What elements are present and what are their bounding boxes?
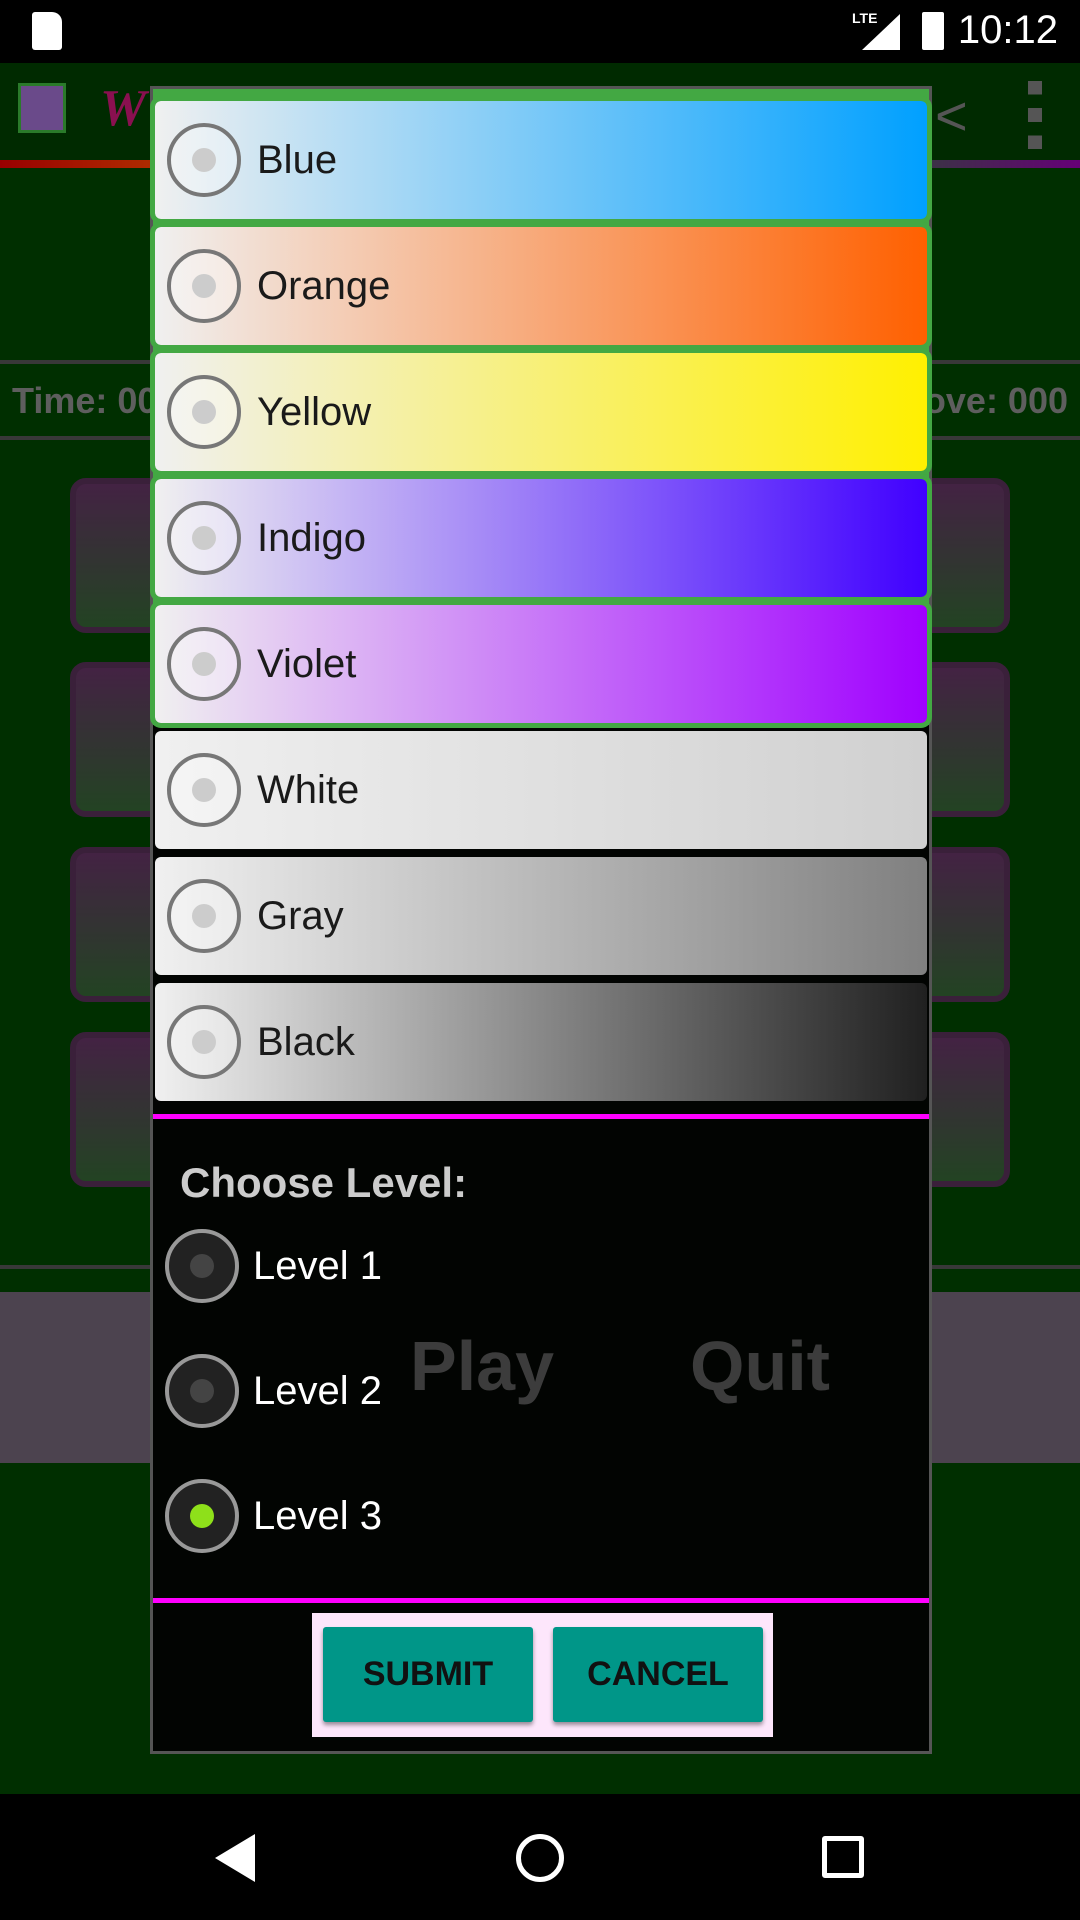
more-options-icon[interactable] (1028, 81, 1042, 149)
button-bar: SUBMIT CANCEL (312, 1613, 773, 1737)
level-option-label: Level 1 (253, 1243, 382, 1288)
color-option-label: Violet (257, 641, 357, 686)
settings-dialog: Blue Orange Yellow Indigo Violet White Gray Bla… (150, 86, 932, 1754)
color-option-blue[interactable]: Blue (150, 96, 932, 224)
radio-button[interactable] (165, 1479, 239, 1553)
color-option-orange[interactable]: Orange (150, 222, 932, 350)
radio-button[interactable] (167, 753, 241, 827)
radio-button[interactable] (167, 501, 241, 575)
radio-button[interactable] (167, 1005, 241, 1079)
radio-dot (190, 1504, 214, 1528)
battery-charging-icon (922, 12, 944, 50)
status-bar: LTE 10:12 (0, 0, 1080, 63)
radio-dot (192, 778, 216, 802)
time-label: Time: 00 (12, 380, 158, 421)
level-option-label: Level 3 (253, 1493, 382, 1538)
navigation-bar (0, 1794, 1080, 1920)
color-option-white[interactable]: White (155, 731, 927, 849)
color-option-label: Blue (257, 137, 338, 182)
color-option-gray[interactable]: Gray (155, 857, 927, 975)
app-title: W (100, 80, 147, 137)
radio-dot (192, 274, 216, 298)
back-icon[interactable] (215, 1834, 255, 1882)
play-button: Play (410, 1327, 554, 1405)
radio-button[interactable] (167, 249, 241, 323)
level-option-label: Level 2 (253, 1368, 382, 1413)
app-logo (18, 83, 66, 133)
level-option-2[interactable]: Level 2 (161, 1354, 382, 1428)
network-type: LTE (852, 10, 878, 26)
radio-button[interactable] (167, 627, 241, 701)
color-option-yellow[interactable]: Yellow (150, 348, 932, 476)
cancel-button[interactable]: CANCEL (553, 1627, 763, 1722)
radio-button[interactable] (167, 123, 241, 197)
submit-button[interactable]: SUBMIT (323, 1627, 533, 1722)
radio-dot (192, 652, 216, 676)
radio-dot (192, 148, 216, 172)
color-option-label: Indigo (257, 515, 366, 560)
radio-button[interactable] (167, 375, 241, 449)
recents-icon[interactable] (822, 1836, 864, 1878)
radio-dot (190, 1379, 214, 1403)
color-option-label: Gray (257, 893, 344, 938)
radio-dot (192, 1030, 216, 1054)
divider (153, 1114, 929, 1119)
level-option-3[interactable]: Level 3 (161, 1479, 382, 1553)
home-icon[interactable] (516, 1834, 564, 1882)
color-option-label: Black (257, 1019, 355, 1064)
move-label: ove: 000 (923, 380, 1068, 421)
sd-card-icon (32, 12, 62, 50)
radio-dot (192, 400, 216, 424)
color-option-indigo[interactable]: Indigo (150, 474, 932, 602)
quit-button: Quit (690, 1327, 830, 1405)
radio-button[interactable] (165, 1354, 239, 1428)
divider (153, 1598, 929, 1603)
radio-button[interactable] (165, 1229, 239, 1303)
radio-dot (192, 526, 216, 550)
clock: 10:12 (957, 8, 1058, 52)
color-option-violet[interactable]: Violet (150, 600, 932, 728)
color-options: Blue Orange Yellow Indigo Violet White Gray Bla… (150, 89, 932, 1119)
level-option-1[interactable]: Level 1 (161, 1229, 382, 1303)
radio-dot (192, 904, 216, 928)
share-icon[interactable]: < (935, 83, 985, 147)
radio-button[interactable] (167, 879, 241, 953)
color-option-label: White (257, 767, 360, 812)
radio-dot (190, 1254, 214, 1278)
color-option-label: Orange (257, 263, 391, 308)
color-option-black[interactable]: Black (155, 983, 927, 1101)
level-heading: Choose Level: (180, 1159, 468, 1206)
color-option-label: Yellow (257, 389, 372, 434)
